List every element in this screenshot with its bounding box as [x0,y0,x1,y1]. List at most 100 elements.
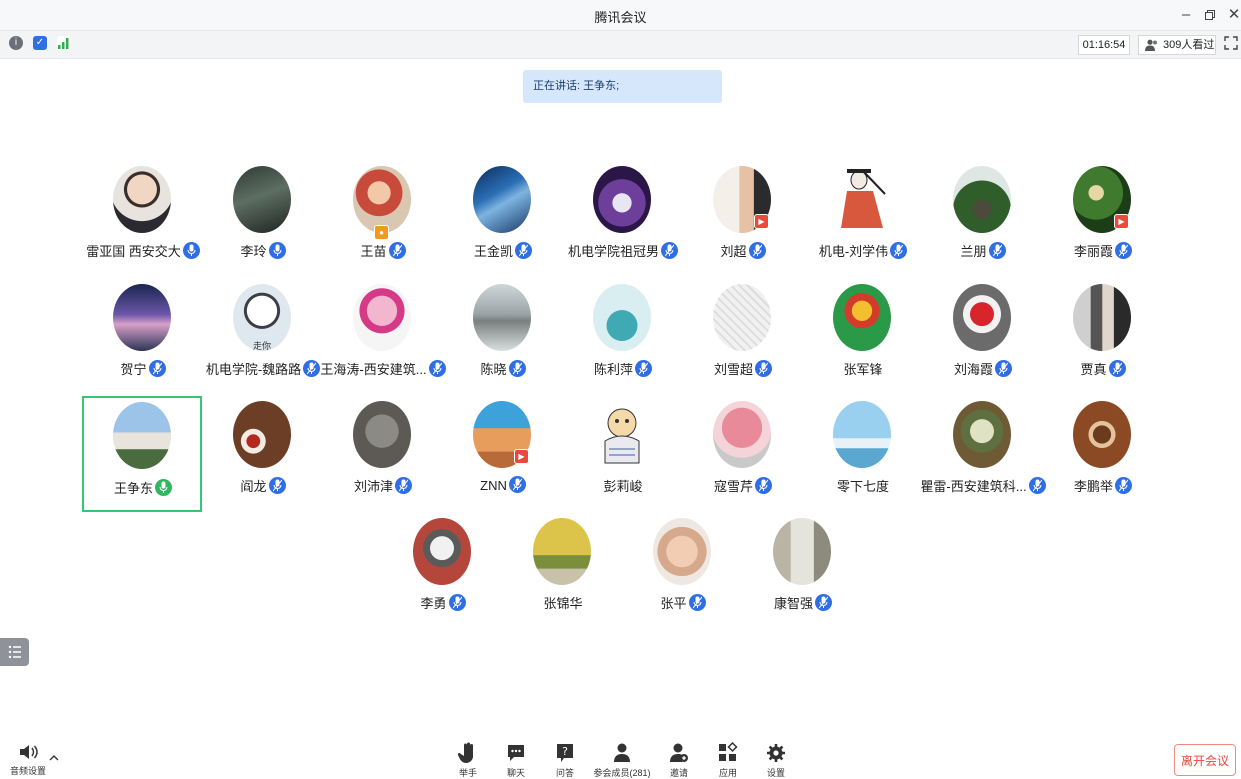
participant-tile[interactable]: 陈利萍 [563,284,683,400]
participant-name: 刘雪超 [713,362,753,377]
minimize-icon[interactable]: – [1176,5,1196,25]
microphone-muted-icon[interactable] [515,242,532,259]
participant-tile[interactable]: 李鹏举 [1043,401,1163,517]
participant-tile[interactable]: 阎龙 [203,401,323,517]
microphone-muted-icon[interactable] [988,242,1006,259]
avatar [533,518,591,585]
chat-button[interactable]: 聊天 [502,742,530,779]
participant-tile[interactable]: 雷亚国 西安交大 [83,166,203,282]
members-icon [614,743,630,762]
microphone-muted-icon[interactable] [1108,360,1126,377]
microphone-muted-icon[interactable] [148,360,166,377]
participant-tile[interactable]: 刘沛津 [323,401,443,517]
fullscreen-icon[interactable] [1224,36,1240,52]
participant-tile[interactable]: 康智强 [743,518,863,634]
participant-tile[interactable]: 机电学院祖冠男 [563,166,683,282]
bottom-toolbar: 音频设置 举手 聊天 ? 问答 参会成员(281) 邀请 应用 设置 [0,736,1241,779]
microphone-muted-icon[interactable] [748,242,766,259]
participant-name: ZNN [480,478,507,493]
restore-icon[interactable] [1200,5,1220,25]
avatar [233,401,291,468]
participant-tile[interactable]: 张军锋 [803,284,923,400]
participant-name: 贾真 [1080,362,1107,377]
participant-list-toggle[interactable] [0,638,29,666]
participant-tile[interactable]: 机电-刘学伟 [803,166,923,282]
microphone-muted-icon[interactable] [268,477,286,494]
viewers-count[interactable]: 309人看过 [1138,35,1216,55]
participant-tile[interactable]: 寇雪芹 [683,401,803,517]
microphone-muted-icon[interactable] [755,360,772,377]
microphone-muted-icon[interactable] [635,360,652,377]
speaker-icon [20,745,38,759]
avatar [833,284,891,351]
avatar [353,284,411,351]
participant-name: 康智强 [773,596,813,611]
microphone-muted-icon[interactable] [688,594,706,611]
microphone-muted-icon[interactable] [395,477,412,494]
settings-button[interactable]: 设置 [762,742,790,779]
audio-options-chevron-icon[interactable] [48,754,60,762]
participant-name: 雷亚国 西安交大 [86,244,181,259]
signal-icon[interactable] [57,36,71,50]
participant-tile[interactable]: 张平 [623,518,743,634]
participant-tile[interactable]: 兰朋 [923,166,1043,282]
participant-name: 刘海霞 [953,362,993,377]
avatar [1073,401,1131,468]
microphone-muted-icon[interactable] [755,477,772,494]
avatar [953,284,1011,351]
svg-text:?: ? [562,745,568,758]
participant-tile[interactable]: ▶ ZNN [443,401,563,517]
avatar [473,284,531,351]
participant-tile[interactable]: 零下七度 [803,401,923,517]
participant-name: 李勇 [420,596,447,611]
participant-name: 机电-刘学伟 [818,244,889,259]
participant-tile[interactable]: ● 王苗 [323,166,443,282]
qa-button[interactable]: ? 问答 [551,742,579,779]
avatar [953,166,1011,233]
participant-name: 李玲 [240,244,267,259]
microphone-muted-icon[interactable] [1115,477,1132,494]
members-button[interactable]: 参会成员(281) [592,742,652,779]
participant-tile[interactable]: 贾真 [1043,284,1163,400]
participant-tile[interactable]: 刘海霞 [923,284,1043,400]
participant-tile[interactable]: 张锦华 [503,518,623,634]
microphone-muted-icon[interactable] [508,360,526,377]
participant-tile[interactable]: 王金凯 [443,166,563,282]
shield-icon[interactable]: ✓ [33,36,47,50]
participant-tile[interactable]: 陈晓 [443,284,563,400]
participant-name: 陈晓 [480,362,507,377]
participant-tile[interactable]: 李玲 [203,166,323,282]
invite-button[interactable]: 邀请 [665,742,693,779]
audio-settings-button[interactable]: 音频设置 [6,742,50,777]
microphone-icon[interactable] [268,242,286,259]
participant-tile[interactable]: 瞿雷-西安建筑科... [920,401,1046,517]
info-icon[interactable]: i [9,36,23,50]
microphone-muted-icon[interactable] [1115,242,1132,259]
gear-icon [767,744,785,762]
microphone-muted-icon[interactable] [388,242,406,259]
participant-tile[interactable]: ▶ 刘超 [683,166,803,282]
participant-tile[interactable]: 李勇 [383,518,503,634]
participant-name: 寇雪芹 [713,479,753,494]
participant-tile[interactable]: 刘雪超 [683,284,803,400]
host-badge-icon: ● [374,225,389,240]
microphone-muted-icon[interactable] [815,594,832,611]
participant-tile[interactable]: 王海涛-西安建筑... [320,284,446,400]
raise-hand-button[interactable]: 举手 [454,742,482,779]
microphone-muted-icon[interactable] [448,594,466,611]
microphone-muted-icon[interactable] [508,476,526,493]
participant-tile[interactable]: 贺宁 [83,284,203,400]
participant-tile[interactable]: 走你 机电学院-魏路路 [203,284,323,400]
participant-tile[interactable]: 彭莉峻 [563,401,683,517]
leave-meeting-button[interactable]: 离开会议 [1174,744,1236,776]
avatar [773,518,831,585]
microphone-muted-icon[interactable] [995,360,1012,377]
microphone-active-icon[interactable] [155,479,172,496]
meeting-timer: 01:16:54 [1078,35,1130,55]
participant-name: 阎龙 [240,479,267,494]
participant-tile[interactable]: ▶ 李丽霞 [1043,166,1163,282]
speaking-indicator: 正在讲话: 王争东; [523,70,722,103]
close-icon[interactable]: ✕ [1224,5,1241,25]
video-off-badge-icon: ▶ [754,214,769,229]
apps-button[interactable]: 应用 [714,742,742,779]
